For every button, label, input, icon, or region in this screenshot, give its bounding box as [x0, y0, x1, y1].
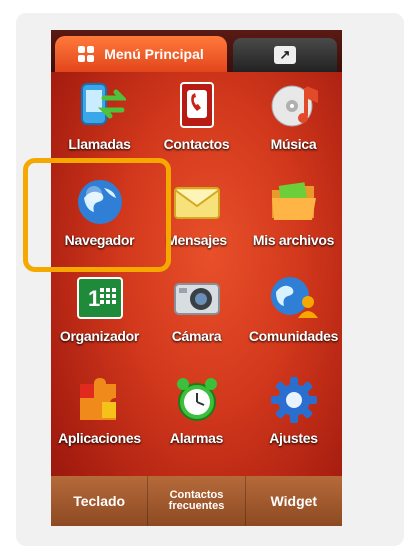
app-label: Cámara: [171, 328, 222, 344]
widget-button[interactable]: Widget: [246, 476, 342, 526]
arrow-icon: ↗: [274, 46, 296, 64]
folder-icon: [268, 176, 320, 228]
app-label: Contactos: [163, 136, 230, 152]
app-label: Mensajes: [166, 232, 227, 248]
app-label: Organizador: [59, 328, 140, 344]
app-llamadas[interactable]: Llamadas: [51, 74, 148, 170]
app-mis-archivos[interactable]: Mis archivos: [245, 170, 342, 266]
widget-label: Widget: [270, 493, 318, 509]
camera-icon: [171, 272, 223, 324]
app-alarmas[interactable]: Alarmas: [148, 368, 245, 464]
app-label: Comunidades: [248, 328, 339, 344]
app-label: Mis archivos: [252, 232, 335, 248]
contacts-book-icon: [171, 80, 223, 132]
app-aplicaciones[interactable]: Aplicaciones: [51, 368, 148, 464]
contactos-frecuentes-line2: frecuentes: [168, 500, 225, 512]
app-musica[interactable]: Música: [245, 74, 342, 170]
tab-menu-principal-label: Menú Principal: [104, 46, 204, 62]
community-globe-icon: [268, 272, 320, 324]
svg-text:1: 1: [88, 286, 100, 311]
app-label: Ajustes: [269, 430, 318, 446]
app-label: Aplicaciones: [58, 430, 141, 446]
tab-menu-principal[interactable]: Menú Principal: [55, 36, 227, 72]
bottom-bar: Teclado Contactos frecuentes Widget: [51, 476, 342, 526]
navegador-highlight-box: [23, 158, 171, 272]
app-camara[interactable]: Cámara: [148, 266, 245, 362]
phone-call-icon: [74, 80, 126, 132]
app-organizador[interactable]: 1 Organizador: [51, 266, 148, 362]
tab-shortcuts[interactable]: ↗: [233, 38, 337, 72]
music-disc-icon: [268, 80, 320, 132]
app-label: Alarmas: [169, 430, 224, 446]
teclado-button[interactable]: Teclado: [51, 476, 149, 526]
grid-icon: [78, 46, 95, 62]
puzzle-icon: [74, 374, 126, 426]
app-ajustes[interactable]: Ajustes: [245, 368, 342, 464]
app-contactos[interactable]: Contactos: [148, 74, 245, 170]
contactos-frecuentes-button[interactable]: Contactos frecuentes: [148, 476, 246, 526]
tab-bar: Menú Principal ↗: [51, 30, 342, 72]
teclado-label: Teclado: [73, 493, 126, 509]
calendar-icon: 1: [74, 272, 126, 324]
app-label: Llamadas: [68, 136, 131, 152]
envelope-icon: [171, 176, 223, 228]
alarm-clock-icon: [171, 374, 223, 426]
phone-screen: Menú Principal ↗ Llamadas Contactos Músi…: [51, 30, 342, 526]
app-label: Música: [270, 136, 317, 152]
app-comunidades[interactable]: Comunidades: [245, 266, 342, 362]
settings-gear-icon: [268, 374, 320, 426]
